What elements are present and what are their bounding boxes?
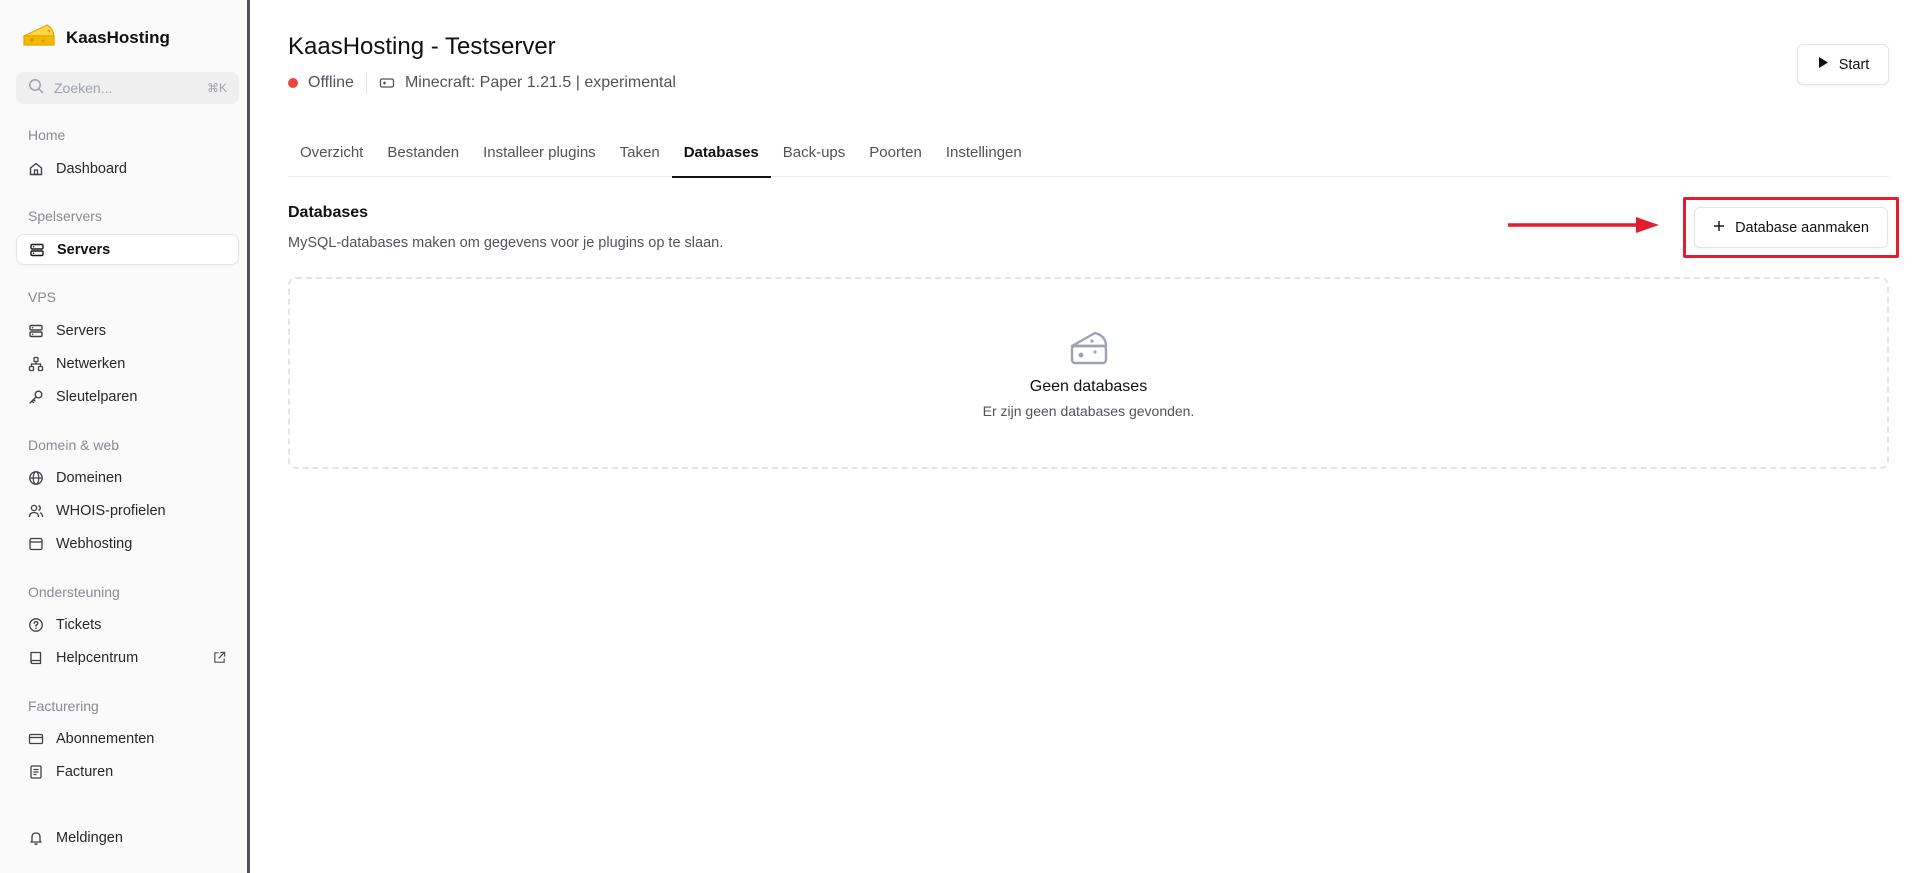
credit-card-icon [28, 731, 44, 747]
create-database-label: Database aanmaken [1735, 219, 1869, 236]
sidebar-item-label: Tickets [56, 616, 102, 633]
search-input[interactable]: Zoeken... ⌘K [16, 72, 239, 104]
server-tabs: Overzicht Bestanden Installeer plugins T… [288, 128, 1889, 178]
tab-installeer-plugins[interactable]: Installeer plugins [471, 128, 608, 177]
brand-name: KaasHosting [66, 27, 170, 47]
tab-bestanden[interactable]: Bestanden [375, 128, 471, 177]
brand[interactable]: KaasHosting [22, 22, 170, 53]
sidebar-item-game-servers[interactable]: Servers [16, 234, 239, 265]
sidebar-item-label: Domeinen [56, 469, 123, 486]
home-icon [28, 161, 44, 177]
sidebar-item-vps-servers[interactable]: Servers [16, 315, 239, 346]
sidebar-item-webhosting[interactable]: Webhosting [16, 528, 239, 559]
tab-taken[interactable]: Taken [608, 128, 672, 177]
empty-state-title: Geen databases [1029, 378, 1148, 395]
sidebar-item-label: Facturen [56, 763, 114, 780]
file-text-icon [28, 764, 44, 780]
external-link-icon [211, 650, 227, 666]
game-controller-icon [379, 75, 395, 91]
network-icon [28, 356, 44, 372]
group-label-support: Ondersteuning [28, 584, 120, 600]
group-label-vps: VPS [28, 289, 57, 305]
help-circle-icon [28, 617, 44, 633]
server-icon [28, 323, 44, 339]
search-icon [28, 78, 44, 99]
cheese-logo-icon [22, 22, 56, 53]
sidebar-item-label: Servers [56, 322, 106, 339]
sidebar-item-domains[interactable]: Domeinen [16, 462, 239, 493]
create-database-button[interactable]: Database aanmaken [1694, 207, 1888, 248]
sidebar: KaasHosting Zoeken... ⌘K Home Dashboard … [0, 0, 250, 873]
sidebar-item-label: Helpcentrum [56, 649, 139, 666]
server-status-row: Offline Minecraft: Paper 1.21.5 | experi… [288, 73, 676, 93]
tab-instellingen[interactable]: Instellingen [934, 128, 1034, 177]
page-title: KaasHosting - Testserver [288, 33, 556, 60]
sidebar-item-label: Sleutelparen [56, 388, 138, 405]
divider [365, 73, 367, 93]
search-placeholder: Zoeken... [54, 80, 113, 96]
tab-overzicht[interactable]: Overzicht [288, 128, 375, 177]
server-icon [29, 242, 45, 258]
status-badge: Offline [308, 74, 354, 91]
tab-poorten[interactable]: Poorten [857, 128, 934, 177]
play-icon [1817, 56, 1829, 73]
section-description: MySQL-databases maken om gegevens voor j… [288, 235, 724, 251]
sidebar-item-label: Abonnementen [56, 730, 155, 747]
sidebar-item-label: Meldingen [56, 829, 123, 846]
sidebar-item-keypairs[interactable]: Sleutelparen [16, 381, 239, 412]
start-button-label: Start [1838, 56, 1870, 73]
sidebar-item-label: Webhosting [56, 535, 133, 552]
annotation-arrow-icon [1506, 214, 1660, 241]
sidebar-item-label: WHOIS-profielen [56, 502, 166, 519]
sidebar-item-label: Servers [57, 241, 111, 258]
sidebar-item-helpcenter[interactable]: Helpcentrum [16, 642, 239, 673]
book-icon [28, 650, 44, 666]
sidebar-item-label: Dashboard [56, 160, 127, 177]
globe-icon [28, 470, 44, 486]
status-indicator [288, 78, 298, 88]
plus-icon [1713, 220, 1725, 236]
users-icon [28, 503, 44, 519]
server-software: Minecraft: Paper 1.21.5 | experimental [404, 74, 676, 91]
section-title: Databases [288, 204, 369, 221]
group-label-home: Home [28, 127, 66, 143]
group-label-domain: Domein & web [28, 437, 120, 453]
sidebar-item-notifications[interactable]: Meldingen [16, 822, 239, 853]
sidebar-item-invoices[interactable]: Facturen [16, 756, 239, 787]
bell-icon [28, 830, 44, 846]
empty-state: Geen databases Er zijn geen databases ge… [288, 277, 1889, 469]
group-label-game: Spelservers [28, 208, 102, 224]
sidebar-item-whois[interactable]: WHOIS-profielen [16, 495, 239, 526]
group-label-billing: Facturering [28, 698, 99, 714]
sidebar-item-dashboard[interactable]: Dashboard [16, 153, 239, 184]
start-button[interactable]: Start [1797, 44, 1889, 85]
sidebar-item-subscriptions[interactable]: Abonnementen [16, 723, 239, 754]
key-icon [28, 389, 44, 405]
sidebar-item-label: Netwerken [56, 355, 126, 372]
sidebar-item-networks[interactable]: Netwerken [16, 348, 239, 379]
empty-state-description: Er zijn geen databases gevonden. [982, 403, 1195, 419]
sidebar-item-tickets[interactable]: Tickets [16, 609, 239, 640]
browser-window-icon [28, 536, 44, 552]
search-shortcut: ⌘K [206, 81, 227, 95]
cheese-database-icon [1068, 329, 1110, 372]
tab-databases[interactable]: Databases [671, 128, 771, 178]
tab-back-ups[interactable]: Back-ups [771, 128, 858, 177]
